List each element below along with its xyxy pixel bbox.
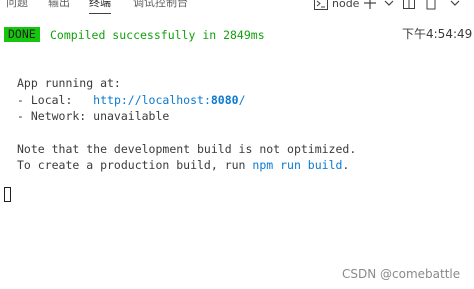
tab-terminal[interactable]: 终端 <box>89 0 111 14</box>
local-label: - Local: <box>17 93 94 107</box>
trash-icon[interactable] <box>424 0 438 10</box>
watermark: CSDN @comebattle <box>342 267 461 281</box>
plus-icon[interactable] <box>363 0 377 10</box>
chevron-down-icon[interactable] <box>382 0 396 10</box>
note-line: Note that the development build is not o… <box>17 142 357 156</box>
production-build-line: To create a production build, run npm ru… <box>17 158 350 172</box>
tab-output[interactable]: 输出 <box>48 0 70 14</box>
network-line: - Network: unavailable <box>17 109 170 123</box>
status-badge: DONE <box>4 27 40 42</box>
more-icon[interactable] <box>448 0 462 10</box>
timestamp: 下午4:54:49 <box>402 27 473 41</box>
local-url-link[interactable]: http://localhost:8080/ <box>93 93 245 107</box>
terminal-selector[interactable]: node <box>332 0 359 11</box>
panel-tab-bar: 问题 输出 终端 调试控制台 node <box>0 0 474 16</box>
tab-problems[interactable]: 问题 <box>6 0 28 14</box>
compiled-message: Compiled successfully in 2849ms <box>50 28 265 42</box>
app-running-line: App running at: <box>17 76 121 90</box>
terminal-output[interactable]: DONE Compiled successfully in 2849ms 下午4… <box>0 16 474 289</box>
tab-debug-console[interactable]: 调试控制台 <box>133 0 188 14</box>
npm-command: npm run build <box>252 158 343 172</box>
terminal-icon <box>314 0 328 10</box>
local-url-line: - Local: http://localhost:8080/ <box>17 93 246 107</box>
split-terminal-icon[interactable] <box>402 0 416 10</box>
terminal-cursor <box>4 187 11 202</box>
